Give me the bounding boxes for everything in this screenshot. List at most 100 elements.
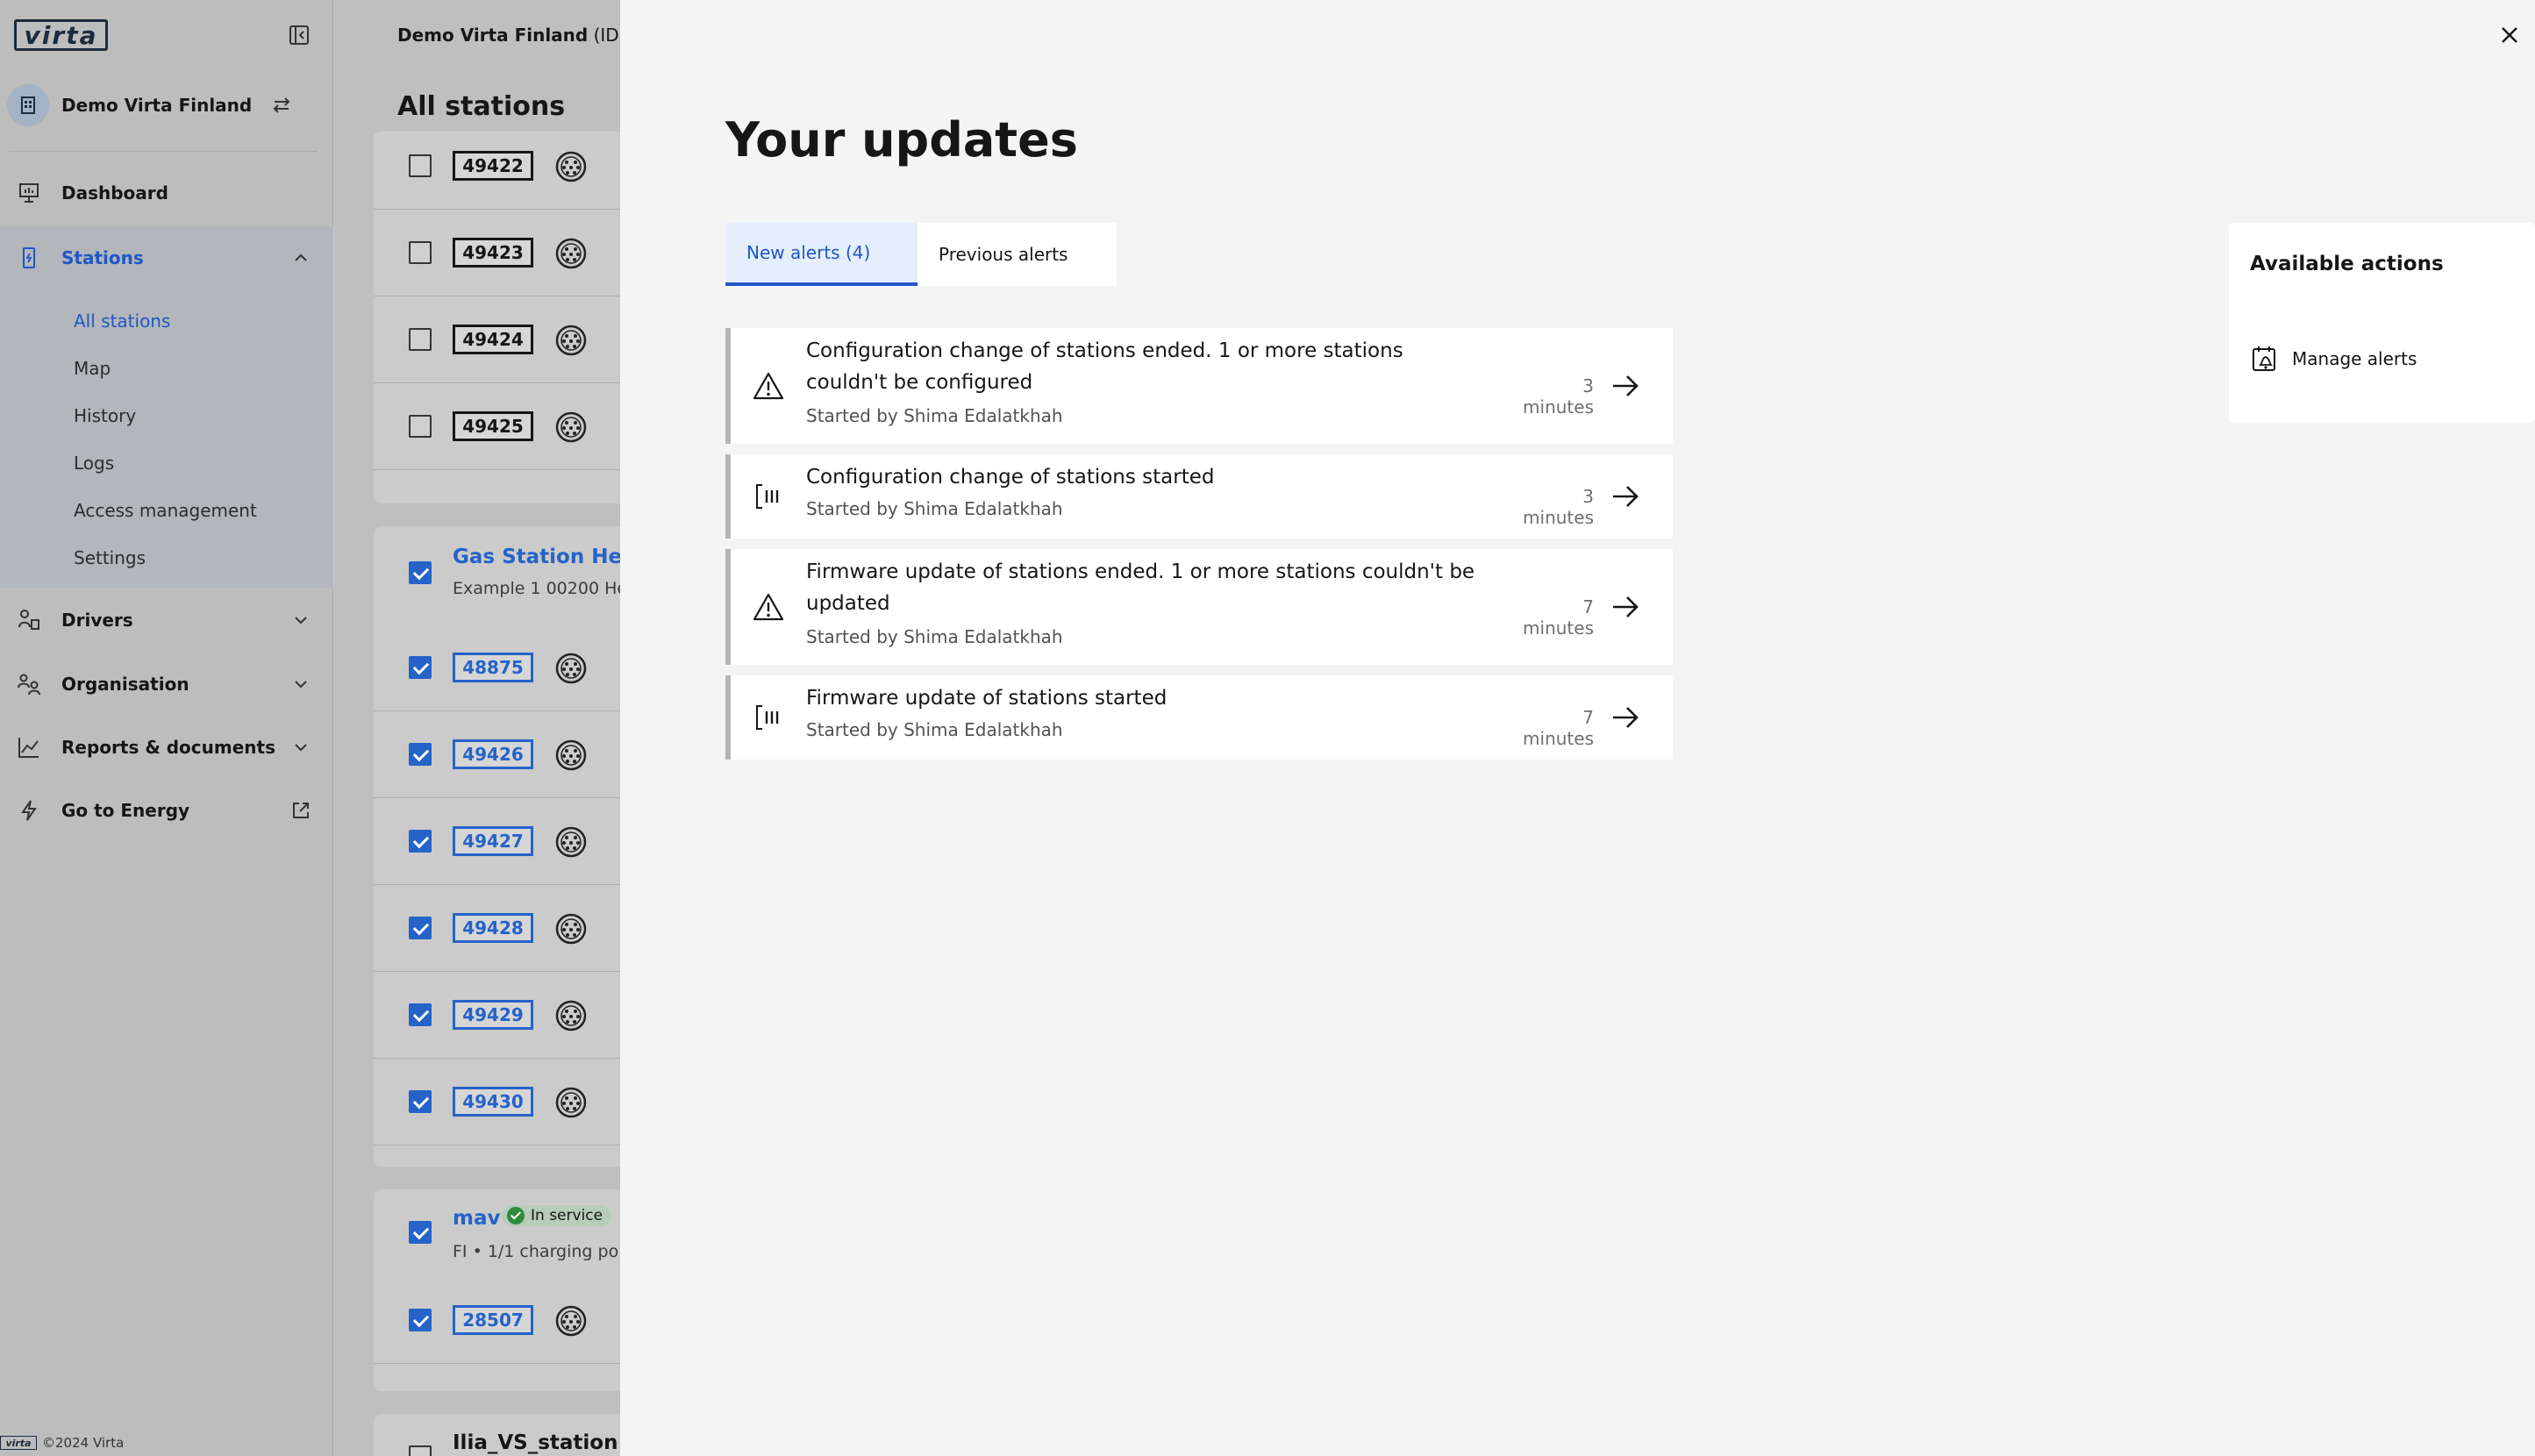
charge-point-row[interactable]: 49423 — [374, 210, 624, 296]
nav-stations[interactable]: Stations — [0, 226, 333, 289]
charge-point-row[interactable]: 49430 — [374, 1059, 624, 1146]
available-actions: Available actions Manage alerts — [2229, 223, 2535, 423]
arrow-right-icon[interactable] — [1608, 589, 1643, 625]
charge-point-checkbox[interactable] — [409, 743, 432, 766]
nav-stations-label: Stations — [61, 247, 144, 268]
connector-plug-icon — [554, 1304, 588, 1338]
close-icon[interactable] — [2496, 21, 2524, 49]
location-checkbox[interactable] — [409, 1221, 432, 1244]
arrow-right-icon[interactable] — [1608, 700, 1643, 735]
charge-point-id[interactable]: 49426 — [453, 739, 533, 769]
charge-point-checkbox[interactable] — [409, 830, 432, 853]
chevron-down-icon — [295, 744, 307, 752]
charge-point-checkbox[interactable] — [409, 656, 432, 679]
check-circle-icon — [507, 1207, 525, 1224]
sub-map[interactable]: Map — [74, 358, 111, 379]
external-link-icon — [293, 803, 309, 818]
sub-history[interactable]: History — [74, 405, 136, 426]
charge-point-checkbox[interactable] — [409, 1309, 432, 1331]
location-name[interactable]: mav — [453, 1207, 500, 1230]
alert-time: 7 minutes — [1523, 707, 1594, 749]
alert-time: 3 minutes — [1523, 486, 1594, 528]
connector-plug-icon — [554, 999, 588, 1032]
location-name[interactable]: Ilia_VS_station — [453, 1431, 618, 1454]
charge-point-row[interactable]: 49429 — [374, 972, 624, 1059]
virta-logo[interactable]: virta — [14, 19, 108, 51]
sub-access-management[interactable]: Access management — [74, 500, 257, 521]
charge-point-id[interactable]: 49430 — [453, 1087, 533, 1117]
connector-plug-icon — [554, 912, 588, 946]
charge-point-checkbox[interactable] — [409, 241, 432, 264]
charge-point-row[interactable]: 28507 — [374, 1277, 624, 1364]
location-name[interactable]: Gas Station Helsin — [453, 546, 624, 568]
charge-point-checkbox[interactable] — [409, 328, 432, 351]
alert-time: 3 minutes — [1523, 375, 1594, 418]
collapse-sidebar-icon[interactable] — [288, 24, 311, 46]
sub-settings[interactable]: Settings — [74, 547, 146, 568]
status-badge[interactable]: In service — [502, 1205, 612, 1226]
arrow-right-icon[interactable] — [1608, 479, 1643, 514]
connector-plug-icon — [554, 237, 588, 270]
manage-alerts-button[interactable]: Manage alerts — [2250, 344, 2417, 374]
charge-point-id[interactable]: 49422 — [453, 151, 533, 181]
location-sub: FI • 1/1 charging poin — [453, 1242, 624, 1261]
charge-point-id[interactable]: 49424 — [453, 325, 533, 354]
sub-all-stations[interactable]: All stations — [74, 310, 170, 332]
charge-point-id[interactable]: 49429 — [453, 1000, 533, 1030]
charge-point-id[interactable]: 28507 — [453, 1305, 533, 1335]
chart-icon — [16, 734, 42, 760]
connector-plug-icon — [554, 825, 588, 859]
charge-point-id[interactable]: 49427 — [453, 826, 533, 856]
copyright: ©2024 Virta — [42, 1435, 125, 1451]
location-checkbox[interactable] — [409, 1445, 432, 1456]
charge-point-checkbox[interactable] — [409, 1003, 432, 1026]
alert-title: Configuration change of stations ended. … — [806, 339, 1403, 394]
connector-plug-icon — [554, 324, 588, 357]
charge-point-row[interactable]: 49422 — [374, 123, 624, 210]
footer: virta ©2024 Virta — [0, 1435, 124, 1451]
location-card: 49422 49423 49424 49425 — [374, 132, 624, 503]
alert-item[interactable]: Configuration change of stations started… — [725, 454, 1673, 539]
charge-point-id[interactable]: 49428 — [453, 913, 533, 943]
charge-point-checkbox[interactable] — [409, 1090, 432, 1113]
nav-organisation[interactable]: Organisation — [0, 653, 333, 716]
charge-point-row[interactable]: 48875 — [374, 625, 624, 711]
org-switcher[interactable]: Demo Virta Finland — [7, 84, 314, 126]
charge-point-checkbox[interactable] — [409, 415, 432, 438]
org-header: Demo Virta Finland (ID: 10 — [397, 25, 624, 46]
charge-point-row[interactable]: 49426 — [374, 711, 624, 798]
charge-point-row[interactable]: 49424 — [374, 296, 624, 383]
stations-list-background: Demo Virta Finland (ID: 10 All stations … — [334, 0, 624, 1456]
alert-item[interactable]: Configuration change of stations ended. … — [725, 328, 1673, 444]
building-icon — [7, 84, 49, 126]
charge-point-id[interactable]: 49423 — [453, 238, 533, 268]
nav-go-to-energy[interactable]: Go to Energy — [0, 779, 333, 842]
charge-point-row[interactable]: 49425 — [374, 383, 624, 470]
charge-point-row[interactable]: 49427 — [374, 798, 624, 885]
divider — [9, 151, 318, 152]
nav-dashboard[interactable]: Dashboard — [0, 161, 333, 225]
org-name: Demo Virta Finland — [61, 95, 253, 116]
virta-mini-logo: virta — [0, 1436, 37, 1450]
nav-drivers-label: Drivers — [61, 610, 133, 631]
tab-previous-alerts[interactable]: Previous alerts — [918, 223, 1117, 286]
arrow-right-icon[interactable] — [1608, 368, 1643, 403]
nav-reports[interactable]: Reports & documents — [0, 716, 333, 779]
sub-logs[interactable]: Logs — [74, 453, 114, 474]
page-title: All stations — [397, 91, 566, 122]
organisation-icon — [16, 671, 42, 697]
charge-point-id[interactable]: 48875 — [453, 653, 533, 682]
tab-new-alerts[interactable]: New alerts (4) — [725, 223, 918, 286]
drivers-icon — [16, 607, 42, 633]
connector-plug-icon — [554, 1086, 588, 1119]
charge-point-id[interactable]: 49425 — [453, 411, 533, 441]
charge-point-row[interactable]: 49428 — [374, 885, 624, 972]
alert-item[interactable]: Firmware update of stations started Start… — [725, 675, 1673, 760]
connector-plug-icon — [554, 150, 588, 183]
nav-drivers[interactable]: Drivers — [0, 589, 333, 652]
switch-org-icon[interactable] — [270, 94, 293, 117]
charge-point-checkbox[interactable] — [409, 917, 432, 939]
charge-point-checkbox[interactable] — [409, 154, 432, 177]
location-checkbox[interactable] — [409, 561, 432, 584]
alert-item[interactable]: Firmware update of stations ended. 1 or … — [725, 549, 1673, 665]
